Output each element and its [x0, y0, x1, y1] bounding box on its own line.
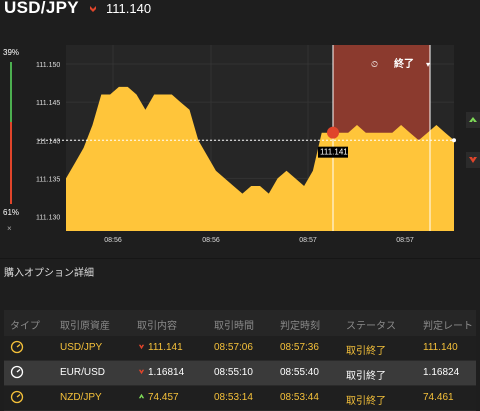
header-bar: USD/JPY 111.140: [0, 0, 480, 20]
y-tick-label: 111.145: [36, 100, 60, 107]
chart-canvas[interactable]: 111.150 111.145 111.140 111.135 111.130 08:5…: [0, 40, 480, 250]
trade-time-cell: 08:55:10: [214, 367, 253, 378]
details-title: 購入オプション詳細: [4, 268, 94, 279]
col-rate: 判定レート: [423, 321, 473, 332]
clock-icon: ⏲: [371, 60, 378, 70]
down-arrow-icon: [138, 369, 145, 375]
options-table: タイプ 取引原資産 取引内容 取引時間 判定時刻 ステータス 判定レート USD…: [4, 310, 476, 411]
asset-cell: EUR/USD: [60, 367, 106, 378]
low-button[interactable]: [466, 152, 480, 168]
judge-time-cell: 08:55:40: [280, 367, 319, 378]
judge-time-cell: 08:53:44: [280, 392, 319, 403]
down-arrow-icon: [90, 6, 96, 12]
chevron-down-icon: ▾: [426, 60, 430, 69]
x-axis-labels: 08:56 08:56 08:57 08:57: [104, 237, 414, 244]
rate-cell: 1.16824: [423, 367, 460, 378]
trade-time-cell: 08:53:14: [214, 392, 253, 403]
current-price: 111.140: [106, 1, 152, 16]
col-content: 取引内容: [137, 321, 177, 332]
gauge-icon: [10, 390, 24, 404]
high-button[interactable]: [466, 112, 480, 128]
expiry-label: 終了: [394, 57, 414, 70]
entry-label: 111.141: [320, 148, 348, 157]
content-price: 1.16814: [148, 367, 185, 378]
status-cell: 取引終了: [346, 371, 386, 382]
entry-drop-icon: [327, 126, 339, 139]
col-status: ステータス: [346, 321, 396, 332]
current-rate-dot: [452, 138, 456, 143]
gauge-icon: [10, 340, 24, 354]
table-row[interactable]: USD/JPY 111.141 08:57:06 08:57:36 取引終了 1…: [4, 336, 476, 361]
x-tick-label: 08:56: [104, 237, 122, 244]
down-arrow-icon: [138, 344, 145, 350]
gauge-icon: [10, 365, 24, 379]
y-tick-label: 111.150: [36, 62, 60, 69]
table-row[interactable]: EUR/USD 1.16814 08:55:10 08:55:40 取引終了 1…: [4, 361, 476, 386]
col-type: タイプ: [10, 321, 40, 332]
trade-time-cell: 08:57:06: [214, 342, 253, 353]
section-divider: [0, 258, 480, 259]
currency-pair-title: USD/JPY: [4, 0, 79, 17]
x-tick-label: 08:57: [299, 237, 317, 244]
x-tick-label: 08:56: [202, 237, 220, 244]
content-price: 111.141: [148, 342, 183, 353]
table-row[interactable]: NZD/JPY 74.457 08:53:14 08:53:44 取引終了 74…: [4, 386, 476, 411]
content-cell: 111.141: [137, 342, 183, 353]
price-chart[interactable]: 111.150 111.145 111.140 111.135 111.130 08:5…: [0, 40, 480, 250]
asset-cell: USD/JPY: [60, 342, 103, 353]
rate-cell: 74.461: [423, 392, 454, 403]
table-header: タイプ 取引原資産 取引内容 取引時間 判定時刻 ステータス 判定レート: [4, 310, 476, 336]
content-cell: 1.16814: [137, 367, 184, 378]
y-tick-label: 111.135: [36, 176, 60, 183]
col-asset: 取引原資産: [60, 321, 110, 332]
y-tick-label: 111.130: [36, 215, 60, 222]
col-judge-time: 判定時刻: [280, 321, 320, 332]
asset-cell: NZD/JPY: [60, 392, 102, 403]
col-trade-time: 取引時間: [214, 321, 254, 332]
y-axis-labels: 111.150 111.145 111.140 111.135 111.130: [36, 62, 60, 221]
content-cell: 74.457: [137, 392, 179, 403]
content-price: 74.457: [148, 392, 179, 403]
up-arrow-icon: [469, 117, 477, 122]
x-tick-label: 08:57: [396, 237, 414, 244]
judge-time-cell: 08:57:36: [280, 342, 319, 353]
rate-cell: 111.140: [423, 342, 458, 353]
down-arrow-icon: [469, 157, 477, 163]
y-tick-label: 111.140: [36, 138, 60, 145]
status-cell: 取引終了: [346, 346, 386, 357]
